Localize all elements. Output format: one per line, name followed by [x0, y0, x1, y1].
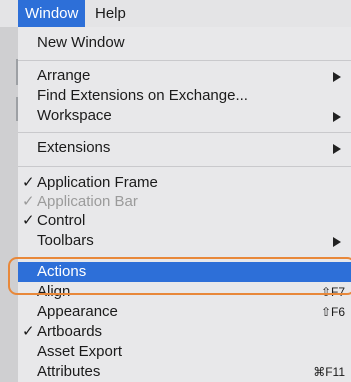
- window-dropdown-menu: New Window Arrange Find Extensions on Ex…: [18, 27, 351, 382]
- checkmark-icon: ✓: [22, 212, 35, 229]
- menu-item-label: Toolbars: [37, 232, 94, 249]
- menu-bar: Window Help: [0, 0, 351, 27]
- shortcut-label: ⇧F7: [320, 285, 345, 299]
- menu-item-label: Application Bar: [37, 193, 138, 210]
- menu-item-align[interactable]: Align ⇧F7: [18, 282, 351, 302]
- menu-separator: [18, 60, 351, 61]
- menu-item-application-bar: ✓ Application Bar: [18, 192, 351, 212]
- submenu-arrow-icon: [333, 72, 341, 82]
- menu-item-artboards[interactable]: ✓ Artboards: [18, 322, 351, 342]
- menu-item-label: Workspace: [37, 107, 112, 124]
- menu-item-asset-export[interactable]: Asset Export: [18, 342, 351, 362]
- menu-window[interactable]: Window: [18, 0, 86, 27]
- menu-item-new-window[interactable]: New Window: [18, 33, 351, 53]
- checkmark-icon: ✓: [22, 323, 35, 340]
- menu-item-label: Extensions: [37, 139, 111, 156]
- menu-item-label: Find Extensions on Exchange...: [37, 87, 248, 104]
- menu-item-label: Attributes: [37, 363, 101, 380]
- menu-separator: [18, 166, 351, 167]
- screen: { "menubar": { "window_label": "Window",…: [0, 0, 351, 382]
- shortcut-label: ⇧F6: [320, 305, 345, 319]
- menu-item-extensions[interactable]: Extensions: [18, 138, 351, 158]
- menu-item-label: New Window: [37, 34, 125, 51]
- checkmark-icon: ✓: [22, 193, 35, 210]
- menu-item-find-extensions[interactable]: Find Extensions on Exchange...: [18, 86, 351, 106]
- menu-separator: [18, 258, 351, 259]
- menu-help[interactable]: Help: [88, 0, 133, 27]
- checkmark-icon: ✓: [22, 174, 35, 191]
- shortcut-label: ⌘F11: [313, 365, 345, 379]
- background-window-edge: [0, 27, 18, 382]
- menu-item-workspace[interactable]: Workspace: [18, 106, 351, 126]
- menu-separator: [18, 132, 351, 133]
- menu-item-label: Appearance: [37, 303, 118, 320]
- menu-item-arrange[interactable]: Arrange: [18, 66, 351, 86]
- submenu-arrow-icon: [333, 237, 341, 247]
- menu-item-label: Asset Export: [37, 343, 123, 360]
- menu-item-label: Application Frame: [37, 174, 158, 191]
- menu-item-label: Align: [37, 283, 71, 300]
- menu-item-attributes[interactable]: Attributes ⌘F11: [18, 362, 351, 382]
- menu-item-appearance[interactable]: Appearance ⇧F6: [18, 302, 351, 322]
- menu-item-control[interactable]: ✓ Control: [18, 211, 351, 231]
- menu-item-actions[interactable]: Actions: [18, 262, 351, 282]
- menu-item-label: Actions: [37, 263, 87, 280]
- menu-item-label: Control: [37, 212, 86, 229]
- menu-item-toolbars[interactable]: Toolbars: [18, 231, 351, 251]
- menu-item-application-frame[interactable]: ✓ Application Frame: [18, 173, 351, 193]
- submenu-arrow-icon: [333, 144, 341, 154]
- menu-item-label: Artboards: [37, 323, 103, 340]
- menu-item-label: Arrange: [37, 67, 91, 84]
- submenu-arrow-icon: [333, 112, 341, 122]
